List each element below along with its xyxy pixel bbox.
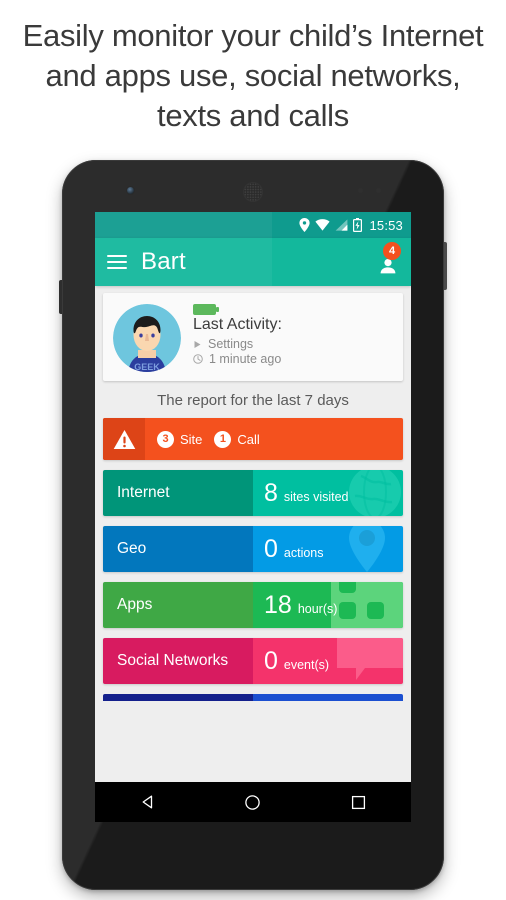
status-bar-clock: 15:53 xyxy=(369,217,403,233)
last-activity-label: Last Activity: xyxy=(193,316,282,333)
stat-card-internet-right: 8 sites visited xyxy=(253,470,403,516)
activity-time-row: 1 minute ago xyxy=(193,352,393,366)
front-camera-icon xyxy=(126,186,135,195)
alert-call-count: 1 xyxy=(214,430,232,448)
back-triangle-icon xyxy=(142,795,152,809)
warning-triangle-icon xyxy=(103,418,145,460)
phone-chin xyxy=(62,822,444,890)
wifi-icon xyxy=(315,219,331,231)
signal-icon xyxy=(336,219,348,231)
apps-grid-icon xyxy=(331,582,403,628)
battery-full-icon xyxy=(193,302,219,315)
android-nav-bar xyxy=(95,782,411,822)
activity-name-row: Settings xyxy=(193,337,393,351)
volume-button[interactable] xyxy=(59,280,63,314)
account-button[interactable]: 4 xyxy=(369,242,401,278)
phone-screen: 15:53 Bart 4 GEEK Last Activity: Setting… xyxy=(95,212,411,822)
stat-card-partial-right xyxy=(253,694,403,701)
profile-card[interactable]: GEEK Last Activity: Settings 1 minute ag… xyxy=(103,293,403,381)
alert-site-label: Site xyxy=(180,431,203,447)
home-circle-icon xyxy=(245,794,261,810)
stat-card-social-right: 0 event(s) xyxy=(253,638,403,684)
alert-call-label: Call xyxy=(237,431,260,447)
promo-screenshot: Easily monitor your child’s Internet and… xyxy=(0,0,506,900)
stat-card-apps-value: 18 xyxy=(264,591,292,619)
page-title: Easily monitor your child’s Internet and… xyxy=(22,18,484,133)
stat-card-geo-right: 0 actions xyxy=(253,526,403,572)
nav-home-button[interactable] xyxy=(233,782,273,822)
app-bar: Bart 4 xyxy=(95,238,411,286)
stat-card-geo-left: Geo xyxy=(103,526,253,572)
power-button[interactable] xyxy=(443,242,447,290)
activity-name: Settings xyxy=(208,337,254,351)
stat-card-social-unit: event(s) xyxy=(283,658,330,672)
earpiece-speaker-icon xyxy=(243,182,263,202)
stat-card-social-networks[interactable]: Social Networks 0 event(s) xyxy=(103,638,403,684)
map-pin-icon xyxy=(349,526,385,572)
report-title: The report for the last 7 days xyxy=(157,392,349,409)
stat-card-apps[interactable]: Apps 18 hour(s) xyxy=(103,582,403,628)
stat-card-internet[interactable]: Internet 8 sites visited xyxy=(103,470,403,516)
location-pin-icon xyxy=(299,218,311,232)
stat-card-apps-right: 18 hour(s) xyxy=(253,582,403,628)
activity-time: 1 minute ago xyxy=(209,352,282,366)
alert-site-count: 3 xyxy=(157,430,174,448)
recents-square-icon xyxy=(351,795,365,809)
alert-items: 3 Site 1 Call xyxy=(145,430,266,448)
stat-card-internet-left: Internet xyxy=(103,470,253,516)
stat-card-geo-name: Geo xyxy=(117,540,147,557)
stat-card-geo-value: 0 xyxy=(264,535,278,563)
stat-card-partial-next[interactable] xyxy=(103,694,403,701)
profile-info: Last Activity: Settings 1 minute ago xyxy=(193,300,393,366)
avatar: GEEK xyxy=(113,304,181,372)
clock-icon xyxy=(193,354,203,364)
stat-card-internet-value: 8 xyxy=(264,479,278,507)
stat-card-internet-name: Internet xyxy=(117,484,170,501)
stat-card-apps-unit: hour(s) xyxy=(297,602,338,616)
stat-card-apps-name: Apps xyxy=(117,596,153,613)
hamburger-menu-icon[interactable] xyxy=(107,255,127,269)
speech-bubble-icon xyxy=(337,638,403,680)
stat-card-partial-left xyxy=(103,694,253,701)
stat-card-social-name: Social Networks xyxy=(117,652,229,669)
nav-recents-button[interactable] xyxy=(338,782,378,822)
stat-card-social-value: 0 xyxy=(264,647,278,675)
screen-content: GEEK Last Activity: Settings 1 minute ag… xyxy=(95,286,411,822)
stat-card-geo-unit: actions xyxy=(283,546,324,560)
app-bar-title: Bart xyxy=(141,248,186,275)
alert-bar[interactable]: 3 Site 1 Call xyxy=(103,418,403,460)
stat-card-social-left: Social Networks xyxy=(103,638,253,684)
stat-card-geo[interactable]: Geo 0 actions xyxy=(103,526,403,572)
proximity-sensor-icon xyxy=(358,188,392,196)
battery-charging-icon xyxy=(353,218,363,232)
stat-card-apps-left: Apps xyxy=(103,582,253,628)
svg-text:GEEK: GEEK xyxy=(134,362,160,372)
nav-back-button[interactable] xyxy=(128,782,168,822)
stat-card-internet-unit: sites visited xyxy=(283,490,349,504)
notification-badge: 4 xyxy=(383,242,401,260)
status-bar: 15:53 xyxy=(95,212,411,238)
play-triangle-icon xyxy=(194,340,201,348)
phone-mockup: 15:53 Bart 4 GEEK Last Activity: Setting… xyxy=(59,160,447,890)
